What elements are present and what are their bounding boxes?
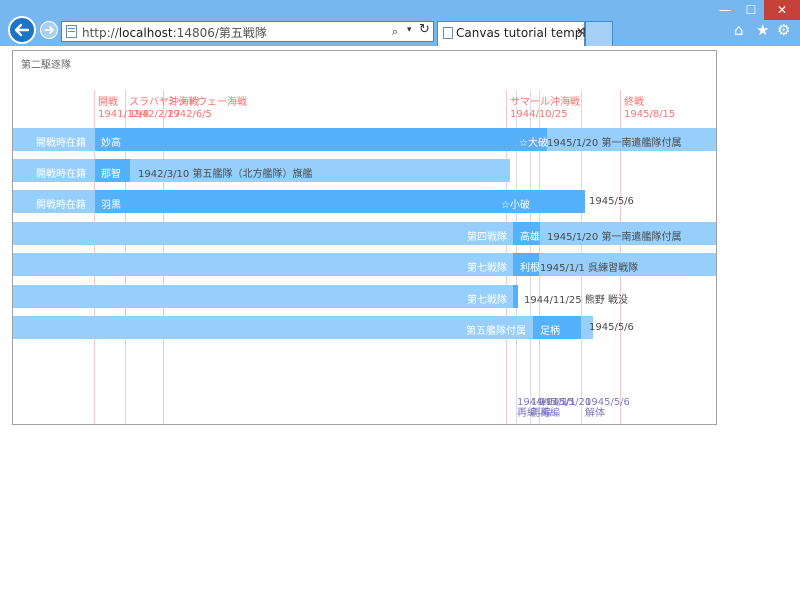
search-icon[interactable]: ⌕	[392, 25, 398, 39]
row-label: 第四戦隊	[467, 232, 507, 243]
url-text: http://localhost:14806/第五戦隊	[82, 24, 267, 41]
page-icon	[66, 25, 77, 38]
browser-chrome: — ☐ ✕ http://localhost:14806/第五戦隊 ⌕ ▾ ↻ …	[0, 0, 800, 46]
damage-marker: ☆小破	[501, 200, 530, 211]
url-host: localhost	[118, 26, 173, 40]
star-icon[interactable]: ★	[756, 21, 769, 39]
event-label: サマール沖海戦 1944/10/25	[510, 97, 580, 120]
chevron-down-icon[interactable]: ▾	[407, 25, 412, 35]
close-tab-icon[interactable]: ✕	[576, 25, 585, 38]
row-label: 第五艦隊付属	[466, 326, 526, 337]
forward-arrow-icon	[44, 26, 54, 34]
row-label: 開戦時在籍	[36, 200, 86, 211]
event-label: 終戦 1945/8/15	[624, 97, 676, 120]
ship-name: 足柄	[540, 326, 560, 337]
ship-bar	[513, 285, 518, 308]
home-icon[interactable]: ⌂	[734, 21, 744, 39]
back-arrow-icon	[14, 23, 30, 37]
reorg-label: 1945/1/20 再編	[540, 397, 592, 419]
row-note: 1945/1/1 呉練習戦隊	[540, 263, 639, 274]
row-note: 1945/1/20 第一南遣艦隊付属	[547, 232, 682, 243]
event-label: ミッドウェー海戦 1942/6/5	[167, 97, 247, 120]
reorg-label: 1945/5/6 解体	[585, 397, 630, 419]
row-label: 第七戦隊	[467, 295, 507, 306]
row-note: 1944/11/25 熊野 戦没	[524, 295, 628, 306]
maximize-button[interactable]: ☐	[738, 0, 764, 20]
tab-active[interactable]: Canvas tutorial template ✕	[437, 21, 605, 46]
ship-name: 羽黒	[101, 200, 121, 211]
row-label: 第七戦隊	[467, 263, 507, 274]
url-scheme: http://	[82, 26, 119, 40]
back-button[interactable]	[8, 16, 36, 44]
forward-button[interactable]	[40, 21, 58, 39]
ship-name: 利根	[520, 263, 540, 274]
ship-name: 那智	[101, 169, 121, 180]
page-icon	[443, 27, 453, 39]
gear-icon[interactable]: ⚙	[777, 21, 790, 39]
address-bar[interactable]: http://localhost:14806/第五戦隊 ⌕ ▾ ↻	[61, 21, 434, 42]
row-note: 1945/5/6	[589, 322, 634, 333]
row-note: 1945/1/20 第一南遣艦隊付属	[547, 138, 682, 149]
row-note: 1945/5/6	[589, 196, 634, 207]
new-tab-button[interactable]	[585, 21, 613, 46]
minimize-button[interactable]: —	[712, 0, 738, 20]
ship-bar	[95, 128, 547, 151]
refresh-icon[interactable]: ↻	[419, 22, 430, 37]
row-note: 1942/3/10 第五艦隊（北方艦隊）旗艦	[138, 169, 313, 180]
url-path: :14806/第五戦隊	[172, 26, 267, 40]
row-label: 開戦時在籍	[36, 169, 86, 180]
row-label: 開戦時在籍	[36, 138, 86, 149]
chart-title: 第二駆逐隊	[21, 60, 71, 71]
ship-name: 妙高	[101, 138, 121, 149]
close-window-button[interactable]: ✕	[764, 0, 800, 20]
ship-name: 高雄	[520, 232, 540, 243]
damage-marker: ☆大破	[519, 138, 548, 149]
